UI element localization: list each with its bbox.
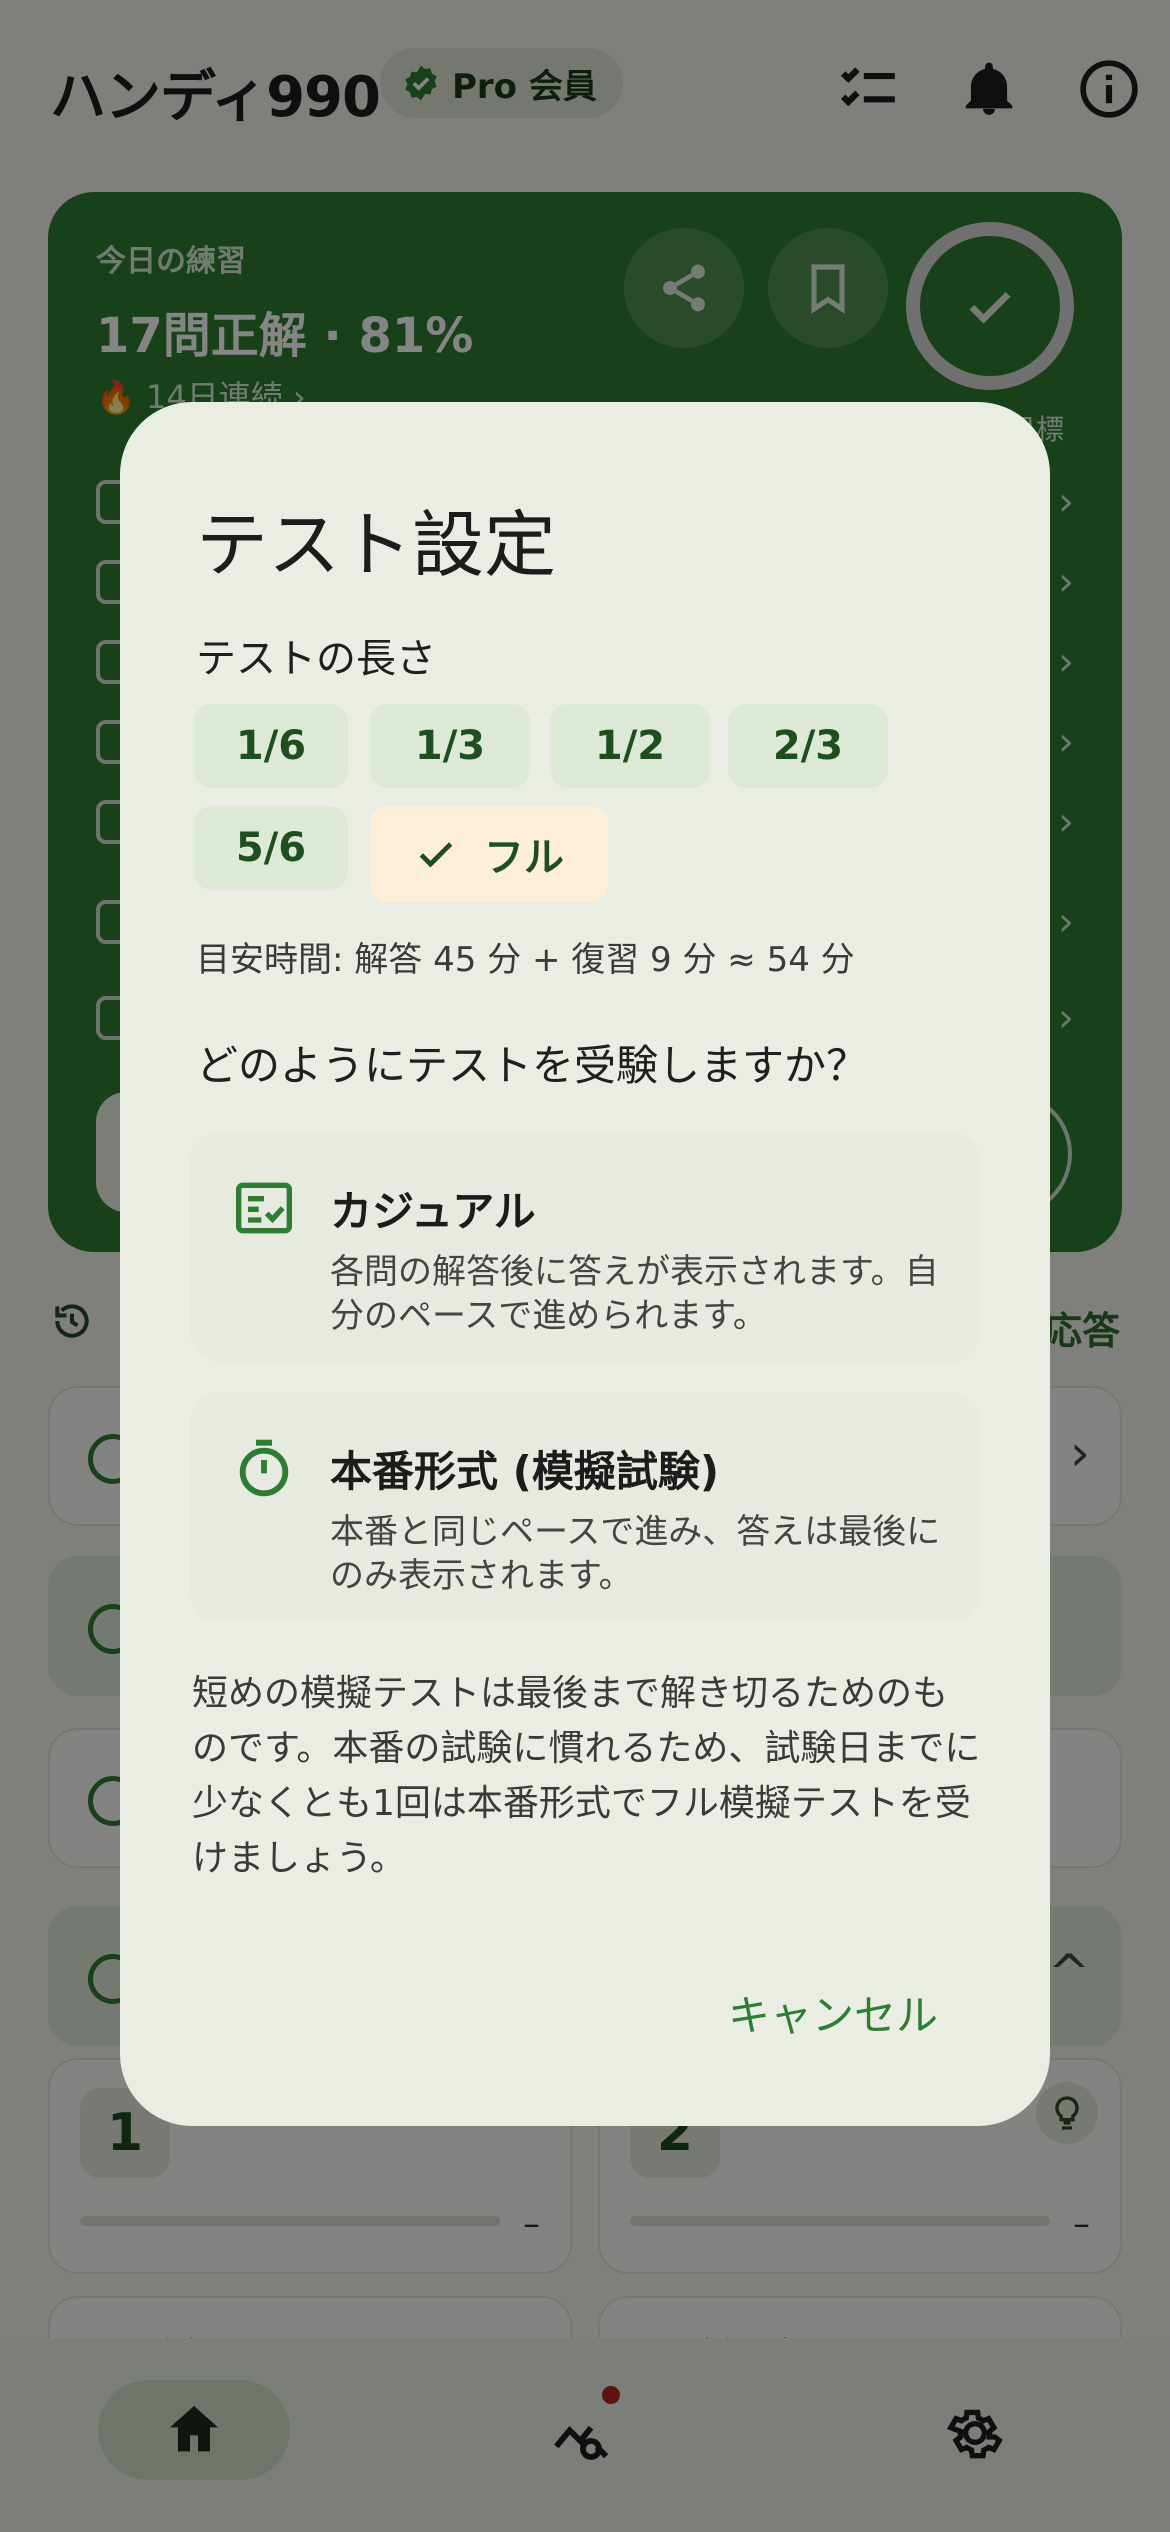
timer-icon <box>232 1436 296 1500</box>
checklist-document-icon <box>232 1176 296 1240</box>
dialog-title: テスト設定 <box>196 503 557 587</box>
mode-title: 本番形式 (模擬試験) <box>330 1447 720 1496</box>
mode-question: どのようにテストを受験しますか？ <box>196 1041 869 1090</box>
length-chip-full-label: フル <box>484 835 564 881</box>
length-chip-1-3[interactable]: 1/3 <box>370 704 530 788</box>
length-chip-5-6[interactable]: 5/6 <box>194 806 348 890</box>
length-chip-full[interactable]: フル <box>370 806 608 902</box>
mode-option-casual[interactable]: カジュアル 各問の解答後に答えが表示されます。自分のペースで進められます。 <box>190 1132 980 1362</box>
length-chip-1-6[interactable]: 1/6 <box>194 704 348 788</box>
mode-description: 本番と同じペースで進み、答えは最後にのみ表示されます。 <box>330 1512 941 1596</box>
cancel-button[interactable]: キャンセル <box>728 1982 938 2043</box>
mode-description: 各問の解答後に答えが表示されます。自分のペースで進められます。 <box>330 1252 939 1336</box>
mode-title: カジュアル <box>330 1187 536 1236</box>
dialog-note: 短めの模擬テストは最後まで解き切るためのものです。本番の試験に慣れるため、試験日… <box>192 1673 981 1879</box>
test-settings-dialog: テスト設定 テストの長さ 1/6 1/3 1/2 2/3 5/6 フル 目安時間… <box>120 402 1050 2126</box>
length-chip-1-2[interactable]: 1/2 <box>550 704 710 788</box>
mode-option-exam[interactable]: 本番形式 (模擬試験) 本番と同じペースで進み、答えは最後にのみ表示されます。 <box>190 1392 980 1622</box>
test-length-label: テストの長さ <box>196 636 436 682</box>
check-icon <box>419 842 453 868</box>
estimated-time: 目安時間: 解答 45 分 + 復習 9 分 ≈ 54 分 <box>196 940 855 980</box>
length-chip-2-3[interactable]: 2/3 <box>728 704 888 788</box>
